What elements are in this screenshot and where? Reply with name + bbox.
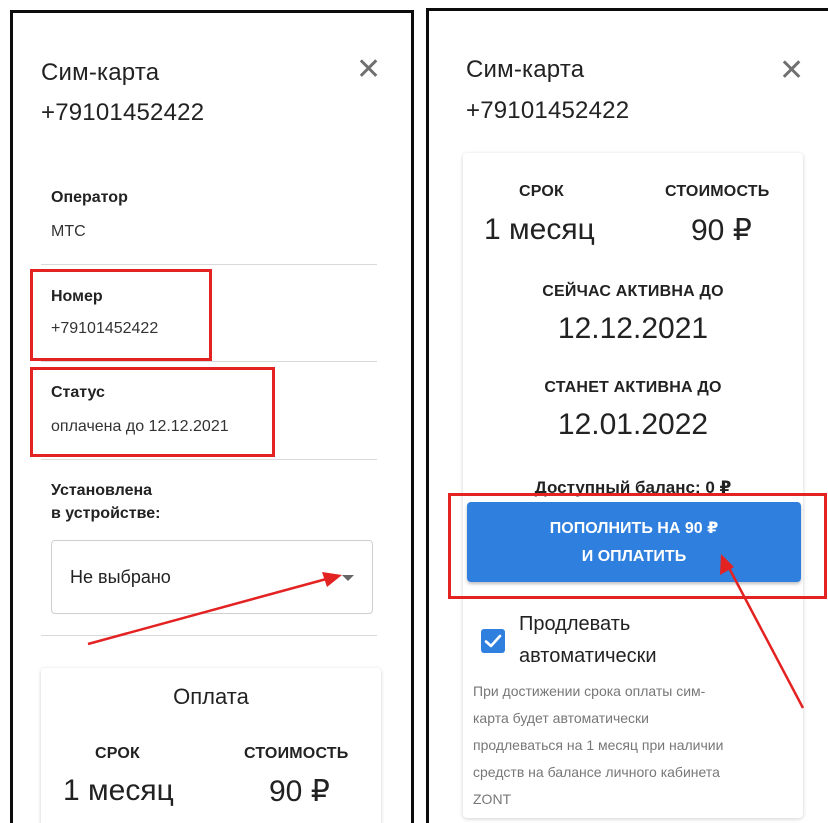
cost-label: СТОИМОСТЬ <box>244 745 349 762</box>
pay-button-highlight-box <box>448 493 827 599</box>
hint-line4: средств на балансе личного кабинета <box>473 764 720 780</box>
divider <box>41 361 377 362</box>
installed-label-line2: в устройстве: <box>51 505 161 522</box>
device-select-value: Не выбрано <box>70 567 171 587</box>
divider <box>41 459 377 460</box>
hint-line5: ZONT <box>473 791 512 807</box>
hint-line1: При достижении срока оплаты сим- <box>473 683 706 699</box>
installed-label-line1: Установлена <box>51 482 153 499</box>
auto-renew-label-line1: Продлевать <box>519 613 631 635</box>
active-now-label: СЕЙЧАС АКТИВНА ДО <box>542 283 724 300</box>
term-label: СРОК <box>519 183 565 200</box>
cost-label: СТОИМОСТЬ <box>665 183 770 200</box>
chevron-down-icon[interactable] <box>342 575 354 581</box>
hint-line3: продлеваться на 1 месяц при наличии <box>473 737 724 753</box>
auto-renew-checkbox[interactable] <box>481 629 505 653</box>
will-active-value: 12.01.2022 <box>557 408 709 441</box>
active-now-value: 12.12.2021 <box>557 312 709 345</box>
sim-card-payment-panel: Сим-карта ✕ +79101452422 СРОК СТОИМОСТЬ … <box>426 8 828 823</box>
hint-line2: карта будет автоматически <box>473 710 649 726</box>
close-icon[interactable]: ✕ <box>779 56 804 86</box>
status-highlight-box <box>30 367 275 457</box>
sim-phone-heading: +79101452422 <box>41 99 205 126</box>
cost-value: 90 ₽ <box>269 775 330 808</box>
dialog-title: Сим-карта <box>41 59 160 86</box>
divider <box>41 264 377 265</box>
device-select[interactable]: Не выбрано <box>51 540 373 614</box>
check-icon <box>484 634 502 648</box>
divider <box>41 635 377 636</box>
cost-value: 90 ₽ <box>691 214 752 247</box>
auto-renew-label-line2: автоматически <box>519 645 657 667</box>
term-label: СРОК <box>95 745 141 762</box>
operator-value: МТС <box>51 223 86 240</box>
sim-phone-heading: +79101452422 <box>466 97 630 124</box>
term-value: 1 месяц <box>63 774 174 807</box>
payment-title: Оплата <box>173 684 249 709</box>
dialog-title: Сим-карта <box>466 56 585 83</box>
operator-label: Оператор <box>51 189 128 206</box>
sim-card-details-panel: Сим-карта ✕ +79101452422 Оператор МТС Но… <box>10 10 414 823</box>
number-highlight-box <box>30 269 212 361</box>
will-active-label: СТАНЕТ АКТИВНА ДО <box>544 379 722 396</box>
close-icon[interactable]: ✕ <box>356 55 381 85</box>
term-value: 1 месяц <box>484 213 595 246</box>
payment-card: Оплата СРОК СТОИМОСТЬ 1 месяц 90 ₽ <box>41 668 381 823</box>
